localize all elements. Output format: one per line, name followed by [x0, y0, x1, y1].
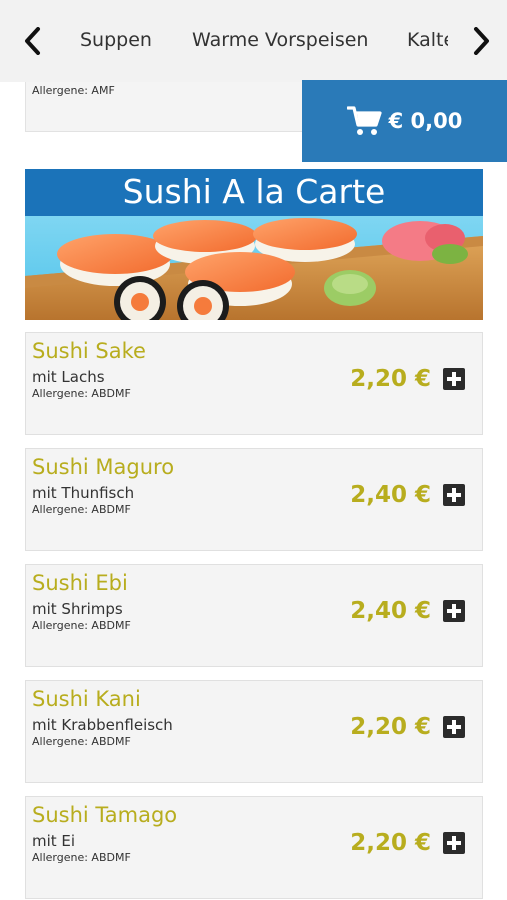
item-name: Sushi Maguro [32, 455, 175, 479]
item-price: 2,20 € [350, 366, 431, 392]
item-price: 2,40 € [350, 482, 431, 508]
category-nav-track: Suppen Warme Vorspeisen Kalte Vorspeisen [62, 0, 448, 82]
category-nav: Suppen Warme Vorspeisen Kalte Vorspeisen [0, 0, 507, 82]
category-banner: Sushi A la Carte [25, 169, 483, 320]
add-to-cart-plus-icon[interactable] [443, 832, 465, 854]
menu-item-card: Sushi Sake mit Lachs Allergene: ABDMF 2,… [25, 332, 483, 435]
item-description: mit Ei [32, 832, 76, 850]
nav-category-suppen[interactable]: Suppen [80, 29, 152, 51]
nav-category-kalte-vorspeisen[interactable]: Kalte Vorspeisen [407, 29, 448, 51]
item-name: Sushi Sake [32, 339, 146, 363]
chevron-left-icon [25, 27, 40, 55]
add-to-cart-plus-icon[interactable] [443, 716, 465, 738]
sushi-banner-image [25, 216, 483, 320]
item-allergens: Allergene: ABDMF [32, 735, 131, 748]
item-price: 2,20 € [350, 830, 431, 856]
menu-item-card: Sushi Tamago mit Ei Allergene: ABDMF 2,2… [25, 796, 483, 899]
item-allergens: Allergene: AMF [32, 84, 115, 97]
item-allergens: Allergene: ABDMF [32, 503, 131, 516]
item-price: 2,40 € [350, 598, 431, 624]
item-price: 2,20 € [350, 714, 431, 740]
nav-prev-button[interactable] [20, 26, 44, 56]
cart-button[interactable]: € 0,00 [302, 80, 507, 162]
item-name: Sushi Kani [32, 687, 141, 711]
menu-item-card: Sushi Maguro mit Thunfisch Allergene: AB… [25, 448, 483, 551]
nav-category-warme-vorspeisen[interactable]: Warme Vorspeisen [192, 29, 368, 51]
menu-item-card: Sushi Kani mit Krabbenfleisch Allergene:… [25, 680, 483, 783]
menu-page: Allergene: AMF Suppen Warme Vorspeisen K… [0, 0, 507, 900]
cart-total: € 0,00 [388, 109, 463, 133]
nav-next-button[interactable] [470, 26, 494, 56]
shopping-cart-icon [346, 106, 382, 135]
chevron-right-icon [474, 27, 489, 55]
add-to-cart-plus-icon[interactable] [443, 368, 465, 390]
item-name: Sushi Tamago [32, 803, 178, 827]
item-name: Sushi Ebi [32, 571, 128, 595]
item-allergens: Allergene: ABDMF [32, 619, 131, 632]
item-description: mit Shrimps [32, 600, 123, 618]
add-to-cart-plus-icon[interactable] [443, 600, 465, 622]
item-description: mit Krabbenfleisch [32, 716, 173, 734]
menu-item-card: Sushi Ebi mit Shrimps Allergene: ABDMF 2… [25, 564, 483, 667]
item-allergens: Allergene: ABDMF [32, 387, 131, 400]
item-description: mit Thunfisch [32, 484, 135, 502]
item-description: mit Lachs [32, 368, 105, 386]
add-to-cart-plus-icon[interactable] [443, 484, 465, 506]
section-title: Sushi A la Carte [25, 169, 483, 216]
item-allergens: Allergene: ABDMF [32, 851, 131, 864]
